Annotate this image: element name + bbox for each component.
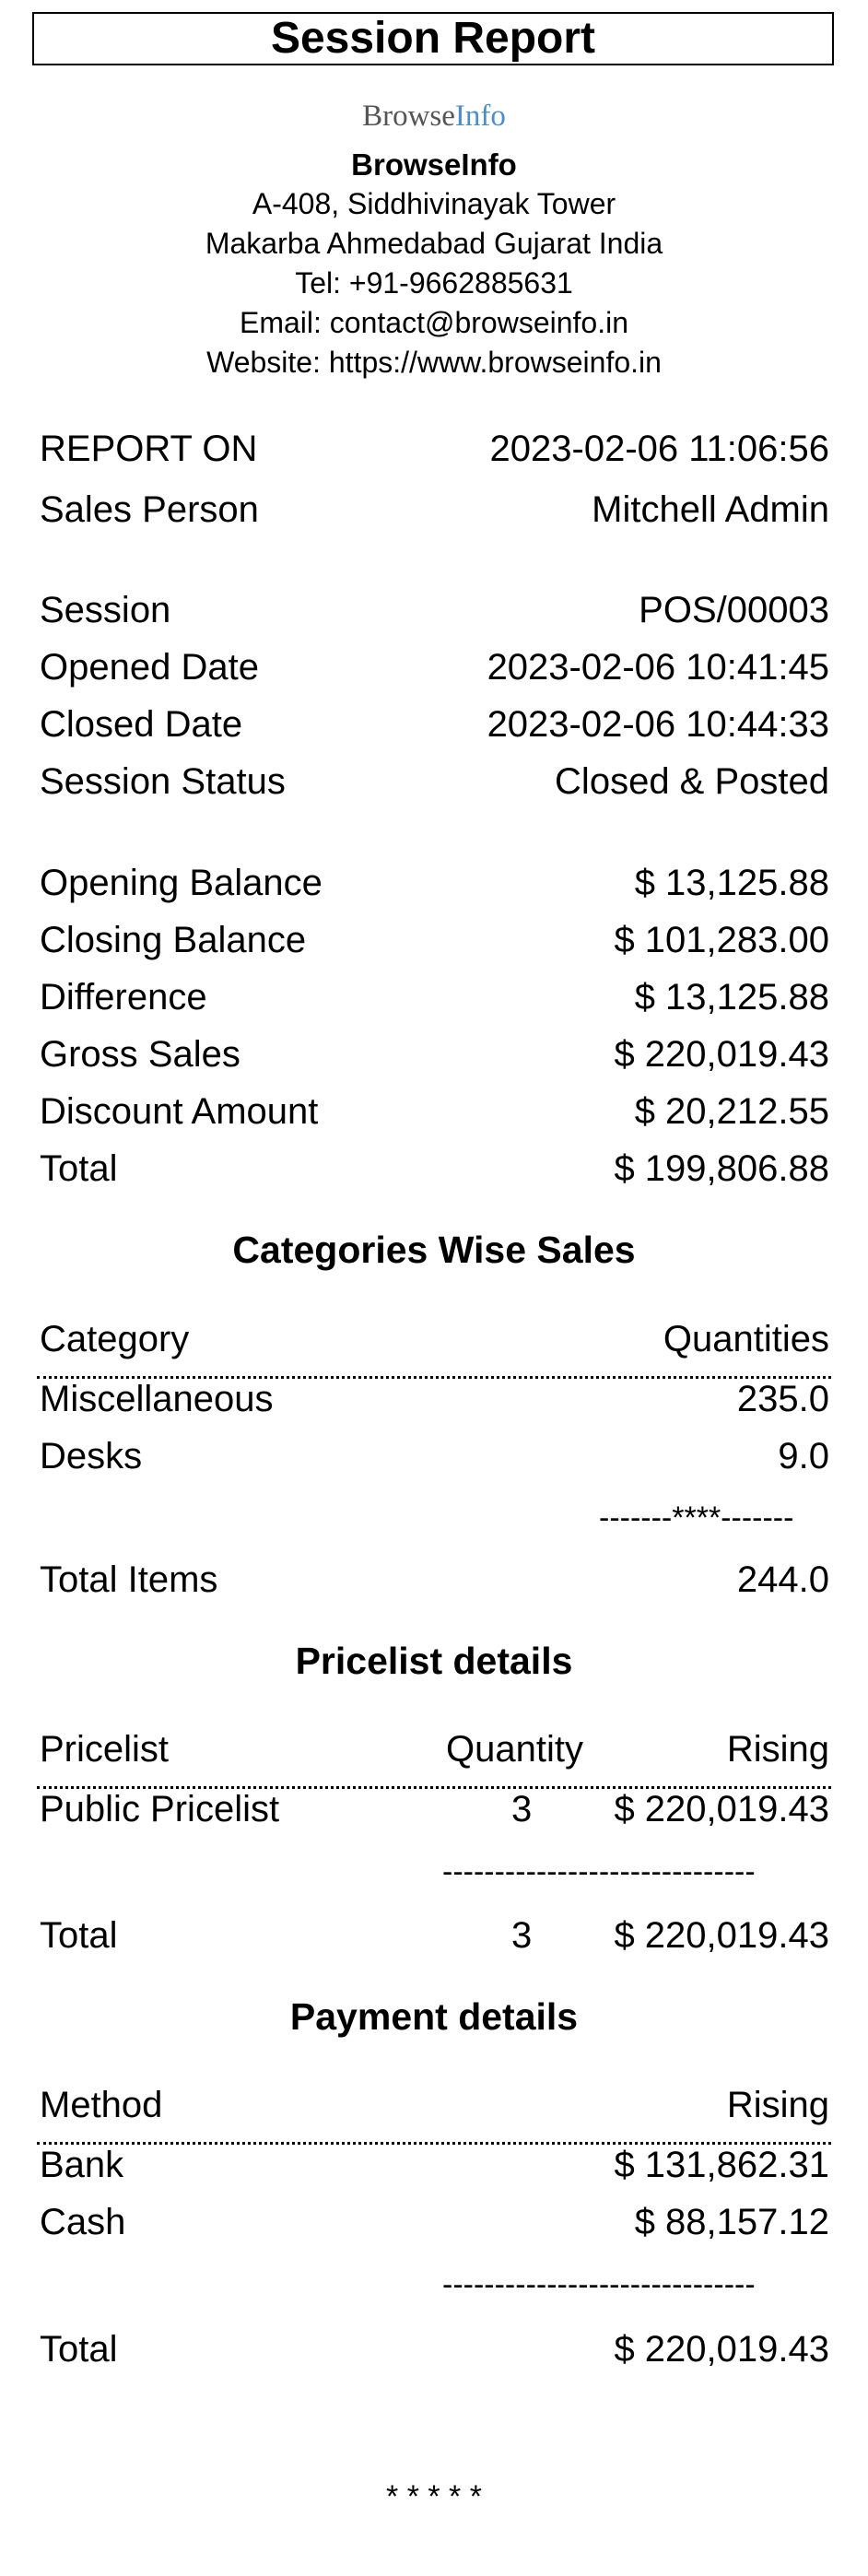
report-title: Session Report bbox=[32, 12, 834, 65]
report-on-value: 2023-02-06 11:06:56 bbox=[489, 429, 829, 469]
payment-separator: ------------------------------ bbox=[442, 2267, 756, 2302]
total-items-value: 244.0 bbox=[736, 1559, 829, 1600]
payment-header-row: Method Rising bbox=[40, 2085, 829, 2131]
discount-amount-row: Discount Amount $ 20,212.55 bbox=[40, 1091, 829, 1137]
discount-amount-value: $ 20,212.55 bbox=[634, 1091, 829, 1132]
table-row: Desks 9.0 bbox=[40, 1436, 829, 1482]
pricelist-total-qty: 3 bbox=[511, 1915, 533, 1956]
pricelist-section-title: Pricelist details bbox=[295, 1640, 573, 1682]
session-row: Session POS/00003 bbox=[40, 590, 829, 636]
company-address-line2: Makarba Ahmedabad Gujarat India bbox=[205, 227, 663, 260]
session-status-label: Session Status bbox=[40, 761, 286, 802]
pricelist-total-rising: $ 220,019.43 bbox=[614, 1915, 829, 1956]
table-row: Bank $ 131,862.31 bbox=[40, 2145, 829, 2191]
pricelist-total-label: Total bbox=[40, 1915, 118, 1956]
col-quantity: Quantity bbox=[446, 1729, 583, 1770]
closing-balance-row: Closing Balance $ 101,283.00 bbox=[40, 920, 829, 966]
footer-stars: * * * * * bbox=[386, 2479, 482, 2514]
col-rising: Rising bbox=[726, 1729, 829, 1770]
category-name: Miscellaneous bbox=[40, 1379, 274, 1419]
opening-balance-value: $ 13,125.88 bbox=[634, 863, 829, 903]
closed-date-row: Closed Date 2023-02-06 10:44:33 bbox=[40, 704, 829, 750]
payment-method: Cash bbox=[40, 2202, 126, 2242]
col-payment-rising: Rising bbox=[726, 2085, 829, 2125]
company-tel: Tel: +91-9662885631 bbox=[295, 266, 573, 300]
payment-rising: $ 131,862.31 bbox=[614, 2145, 829, 2185]
session-status-value: Closed & Posted bbox=[555, 761, 829, 802]
payment-method: Bank bbox=[40, 2145, 124, 2185]
total-items-label: Total Items bbox=[40, 1559, 218, 1600]
payment-total-label: Total bbox=[40, 2329, 118, 2370]
payment-total-row: Total $ 220,019.43 bbox=[40, 2329, 829, 2375]
report-on-label: REPORT ON bbox=[40, 429, 258, 469]
categories-section-title: Categories Wise Sales bbox=[232, 1229, 636, 1271]
company-name: BrowseInfo bbox=[351, 147, 517, 182]
session-label: Session bbox=[40, 590, 171, 630]
balances-total-value: $ 199,806.88 bbox=[614, 1148, 829, 1189]
category-name: Desks bbox=[40, 1436, 143, 1476]
col-pricelist: Pricelist bbox=[40, 1729, 170, 1770]
difference-label: Difference bbox=[40, 977, 207, 1017]
categories-separator: -------****------- bbox=[599, 1500, 794, 1535]
report-on-row: REPORT ON 2023-02-06 11:06:56 bbox=[40, 429, 829, 475]
pricelist-name: Public Pricelist bbox=[40, 1789, 280, 1829]
logo-text-browse: Browse bbox=[362, 100, 455, 133]
category-qty: 9.0 bbox=[778, 1436, 829, 1476]
payment-section-title: Payment details bbox=[289, 1995, 579, 2038]
gross-sales-value: $ 220,019.43 bbox=[614, 1034, 829, 1075]
opening-balance-row: Opening Balance $ 13,125.88 bbox=[40, 863, 829, 909]
col-category: Category bbox=[40, 1319, 190, 1359]
closed-date-label: Closed Date bbox=[40, 704, 243, 745]
payment-rising: $ 88,157.12 bbox=[634, 2202, 829, 2242]
gross-sales-row: Gross Sales $ 220,019.43 bbox=[40, 1034, 829, 1080]
company-logo: BrowseInfo bbox=[0, 100, 868, 134]
closing-balance-value: $ 101,283.00 bbox=[614, 920, 829, 960]
opened-date-row: Opened Date 2023-02-06 10:41:45 bbox=[40, 647, 829, 693]
categories-header-row: Category Quantities bbox=[40, 1319, 829, 1365]
pricelist-separator: ------------------------------ bbox=[442, 1854, 756, 1889]
logo-text-info: Info bbox=[454, 100, 506, 133]
gross-sales-label: Gross Sales bbox=[40, 1034, 240, 1075]
table-row: Cash $ 88,157.12 bbox=[40, 2202, 829, 2248]
company-website: Website: https://www.browseinfo.in bbox=[206, 346, 662, 379]
opening-balance-label: Opening Balance bbox=[40, 863, 323, 903]
discount-amount-label: Discount Amount bbox=[40, 1091, 319, 1132]
difference-row: Difference $ 13,125.88 bbox=[40, 977, 829, 1023]
opened-date-value: 2023-02-06 10:41:45 bbox=[487, 647, 829, 688]
closing-balance-label: Closing Balance bbox=[40, 920, 307, 960]
sales-person-label: Sales Person bbox=[40, 489, 259, 530]
session-status-row: Session Status Closed & Posted bbox=[40, 761, 829, 807]
closed-date-value: 2023-02-06 10:44:33 bbox=[487, 704, 829, 745]
col-quantities: Quantities bbox=[663, 1319, 829, 1359]
company-address-line1: A-408, Siddhivinayak Tower bbox=[252, 187, 616, 220]
balances-total-row: Total $ 199,806.88 bbox=[40, 1148, 829, 1194]
session-value: POS/00003 bbox=[639, 590, 829, 630]
pricelist-qty: 3 bbox=[511, 1789, 533, 1829]
difference-value: $ 13,125.88 bbox=[634, 977, 829, 1017]
opened-date-label: Opened Date bbox=[40, 647, 259, 688]
payment-total-value: $ 220,019.43 bbox=[614, 2329, 829, 2370]
total-items-row: Total Items 244.0 bbox=[40, 1559, 829, 1606]
category-qty: 235.0 bbox=[736, 1379, 829, 1419]
pricelist-rising: $ 220,019.43 bbox=[614, 1789, 829, 1829]
col-method: Method bbox=[40, 2085, 163, 2125]
company-email: Email: contact@browseinfo.in bbox=[240, 306, 628, 339]
sales-person-row: Sales Person Mitchell Admin bbox=[40, 489, 829, 535]
sales-person-value: Mitchell Admin bbox=[592, 489, 829, 530]
table-row: Miscellaneous 235.0 bbox=[40, 1379, 829, 1425]
balances-total-label: Total bbox=[40, 1148, 118, 1189]
